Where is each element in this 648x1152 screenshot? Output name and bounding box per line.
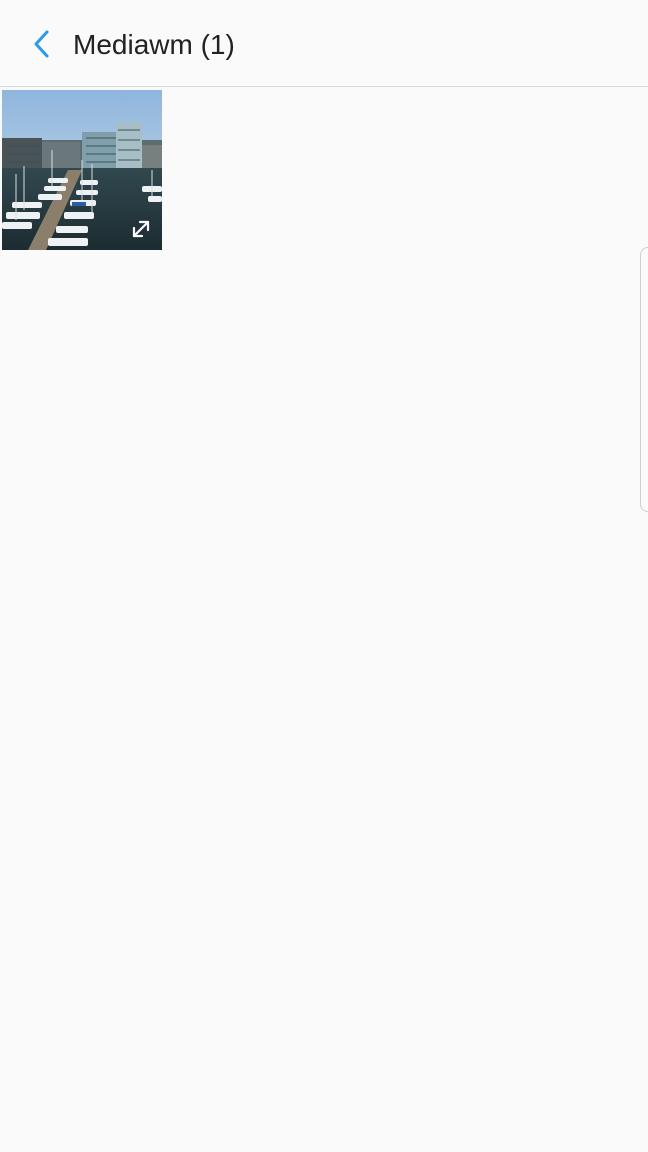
media-thumbnail[interactable] xyxy=(2,90,162,250)
back-button[interactable] xyxy=(22,24,62,64)
app-bar: Mediawm (1) xyxy=(0,0,648,87)
edge-panel-handle[interactable] xyxy=(640,247,648,512)
media-grid xyxy=(2,90,162,250)
page-title: Mediawm (1) xyxy=(73,29,235,60)
expand-icon xyxy=(132,220,150,238)
chevron-left-icon xyxy=(34,30,49,58)
